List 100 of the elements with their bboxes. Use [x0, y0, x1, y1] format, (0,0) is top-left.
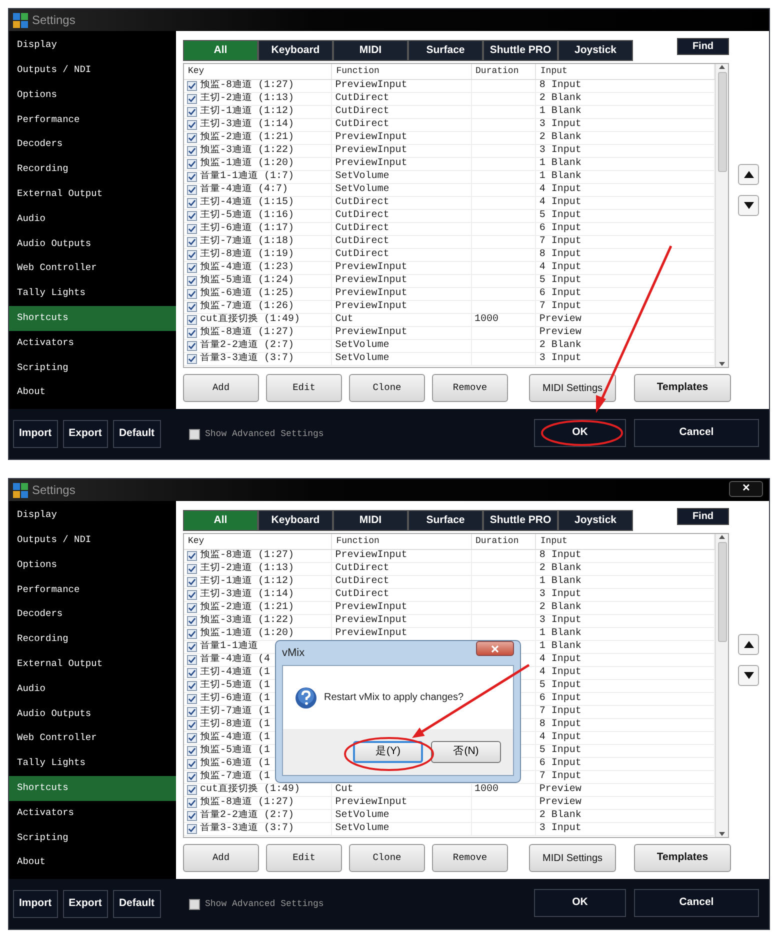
button[interactable]: Clone [349, 844, 425, 872]
checkbox[interactable] [187, 314, 197, 324]
sidebar-item[interactable]: Outputs / NDI [9, 58, 176, 83]
button[interactable]: 否(N) [431, 741, 501, 763]
scrollbar[interactable] [715, 534, 728, 837]
button[interactable]: Templates [634, 374, 731, 402]
sidebar-item[interactable]: Scripting [9, 825, 176, 850]
sidebar-item[interactable]: About [9, 380, 176, 405]
button[interactable]: Export [62, 890, 108, 918]
checkbox[interactable] [187, 106, 197, 116]
checkbox[interactable] [187, 732, 197, 742]
button[interactable]: Add [183, 844, 259, 872]
column-header[interactable]: Duration [476, 536, 519, 546]
checkbox[interactable] [187, 590, 197, 600]
checkbox[interactable] [187, 784, 197, 794]
tab[interactable]: Shuttle PRO [483, 40, 558, 61]
tab[interactable]: Shuttle PRO [483, 510, 558, 531]
checkbox[interactable] [187, 694, 197, 704]
scroll-down-icon[interactable] [718, 361, 726, 367]
checkbox[interactable] [187, 758, 197, 768]
sidebar-item[interactable]: Performance [9, 107, 176, 132]
checkbox[interactable] [187, 810, 197, 820]
button[interactable]: Import [13, 890, 58, 918]
button[interactable]: Import [13, 420, 58, 448]
sidebar-item[interactable]: Display [9, 503, 176, 528]
checkbox[interactable] [187, 236, 197, 246]
button[interactable]: Templates [634, 844, 731, 872]
close-button[interactable] [476, 641, 514, 656]
button[interactable]: Remove [432, 844, 508, 872]
scroll-up-icon[interactable] [718, 534, 726, 540]
checkbox[interactable] [187, 564, 197, 574]
button[interactable]: MIDI Settings [529, 374, 616, 402]
sidebar-item[interactable]: Activators [9, 800, 176, 826]
move-up-button[interactable] [738, 164, 759, 185]
sidebar-item[interactable]: About [9, 850, 176, 875]
sidebar-item[interactable]: Audio [9, 676, 176, 702]
column-header[interactable]: Duration [476, 66, 519, 76]
checkbox[interactable] [187, 576, 197, 586]
checkbox[interactable] [187, 628, 197, 638]
checkbox[interactable] [187, 706, 197, 716]
cancel-button[interactable]: Cancel [634, 419, 759, 447]
sidebar-item[interactable]: Scripting [9, 355, 176, 380]
checkbox[interactable] [187, 550, 197, 560]
sidebar-item[interactable]: Activators [9, 330, 176, 356]
sidebar-item[interactable]: Audio [9, 206, 176, 232]
checkbox[interactable] [187, 184, 197, 194]
checkbox[interactable] [187, 746, 197, 756]
checkbox[interactable] [187, 158, 197, 168]
tab[interactable]: All [183, 510, 258, 531]
checkbox[interactable] [187, 354, 197, 364]
checkbox[interactable] [187, 262, 197, 272]
checkbox[interactable] [189, 899, 200, 910]
button[interactable]: Export [62, 420, 108, 448]
tab[interactable]: Keyboard [258, 510, 333, 531]
button[interactable]: MIDI Settings [529, 844, 616, 872]
sidebar-item[interactable]: Recording [9, 156, 176, 182]
checkbox[interactable] [187, 250, 197, 260]
checkbox[interactable] [187, 288, 197, 298]
sidebar-item[interactable]: Tally Lights [9, 280, 176, 306]
tab[interactable]: MIDI [333, 40, 408, 61]
sidebar-item[interactable]: Recording [9, 626, 176, 652]
checkbox[interactable] [187, 276, 197, 286]
scrollbar[interactable] [715, 64, 728, 367]
checkbox[interactable] [187, 824, 197, 834]
scroll-down-icon[interactable] [718, 831, 726, 837]
column-header[interactable]: Key [188, 66, 204, 76]
checkbox[interactable] [187, 602, 197, 612]
move-down-button[interactable] [738, 665, 759, 686]
checkbox[interactable] [187, 654, 197, 664]
tab[interactable]: Joystick [558, 510, 633, 531]
move-down-button[interactable] [738, 195, 759, 216]
tab[interactable]: All [183, 40, 258, 61]
sidebar-item[interactable]: Tally Lights [9, 750, 176, 776]
sidebar-item[interactable]: Audio Outputs [9, 231, 176, 256]
checkbox[interactable] [187, 210, 197, 220]
sidebar-item[interactable]: Audio Outputs [9, 701, 176, 726]
column-header[interactable]: Function [336, 66, 380, 76]
checkbox[interactable] [187, 616, 197, 626]
sidebar-item[interactable]: Display [9, 33, 176, 58]
checkbox[interactable] [187, 328, 197, 338]
checkbox[interactable] [187, 340, 197, 350]
move-up-button[interactable] [738, 634, 759, 655]
sidebar-item[interactable]: Web Controller [9, 726, 176, 751]
find-button[interactable]: Find [677, 508, 729, 525]
checkbox[interactable] [187, 94, 197, 104]
find-button[interactable]: Find [677, 38, 729, 55]
close-button[interactable]: ✕ [729, 481, 763, 497]
sidebar-item[interactable]: Decoders [9, 132, 176, 157]
tab[interactable]: Keyboard [258, 40, 333, 61]
column-header[interactable]: Input [540, 536, 568, 546]
button[interactable]: 是(Y) [353, 741, 423, 763]
checkbox[interactable] [187, 146, 197, 156]
cancel-button[interactable]: Cancel [634, 889, 759, 917]
column-header[interactable]: Input [540, 66, 568, 76]
sidebar-item[interactable]: External Output [9, 652, 176, 677]
ok-button[interactable]: OK [534, 889, 626, 917]
column-header[interactable]: Function [336, 536, 380, 546]
scrollbar-thumb[interactable] [718, 72, 726, 172]
sidebar-item[interactable]: Outputs / NDI [9, 528, 176, 553]
sidebar-item[interactable]: Shortcuts [9, 776, 176, 801]
